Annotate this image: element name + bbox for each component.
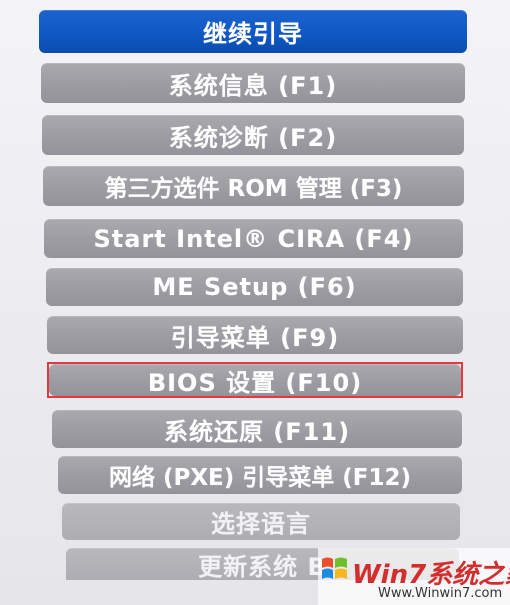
boot-menu: 继续引导 系统信息 (F1) 系统诊断 (F2) 第三方选件 ROM 管理 (F… bbox=[0, 0, 510, 605]
menu-item-label: ME Setup (F6) bbox=[152, 273, 357, 301]
menu-item-label: Start Intel® CIRA (F4) bbox=[93, 224, 414, 253]
menu-item-boot-menu[interactable]: 引导菜单 (F9) bbox=[47, 316, 463, 354]
menu-item-label: 网络 (PXE) 引导菜单 (F12) bbox=[108, 465, 412, 491]
menu-item-continue-boot[interactable]: 继续引导 bbox=[39, 10, 467, 53]
menu-item-start-intel-cira[interactable]: Start Intel® CIRA (F4) bbox=[44, 219, 463, 258]
menu-item-label: 继续引导 bbox=[203, 20, 303, 48]
watermark-url: Www.Winwin7.com bbox=[378, 586, 503, 601]
menu-item-me-setup[interactable]: ME Setup (F6) bbox=[46, 268, 463, 306]
menu-item-label: 选择语言 bbox=[211, 510, 311, 538]
menu-item-label: BIOS 设置 (F10) bbox=[147, 368, 363, 397]
menu-item-option-rom-management[interactable]: 第三方选件 ROM 管理 (F3) bbox=[43, 166, 464, 206]
menu-item-label: 引导菜单 (F9) bbox=[170, 323, 340, 352]
menu-item-bios-setup[interactable]: BIOS 设置 (F10) bbox=[49, 364, 461, 396]
menu-item-system-info[interactable]: 系统信息 (F1) bbox=[41, 63, 465, 103]
watermark: Win7系统之家 Www.Winwin7.com bbox=[318, 548, 510, 605]
menu-item-label: 第三方选件 ROM 管理 (F3) bbox=[104, 176, 403, 202]
menu-item-select-language[interactable]: 选择语言 bbox=[62, 503, 460, 540]
menu-item-label: 系统诊断 (F2) bbox=[168, 123, 338, 152]
windows-logo-icon bbox=[322, 557, 347, 579]
menu-item-label: 更新系统 B bbox=[198, 552, 327, 581]
menu-item-label: 系统还原 (F11) bbox=[163, 417, 351, 446]
menu-item-network-pxe-boot[interactable]: 网络 (PXE) 引导菜单 (F12) bbox=[58, 456, 462, 494]
menu-item-system-diagnostics[interactable]: 系统诊断 (F2) bbox=[42, 115, 464, 155]
menu-item-label: 系统信息 (F1) bbox=[168, 71, 338, 100]
menu-item-system-restore[interactable]: 系统还原 (F11) bbox=[52, 410, 462, 448]
